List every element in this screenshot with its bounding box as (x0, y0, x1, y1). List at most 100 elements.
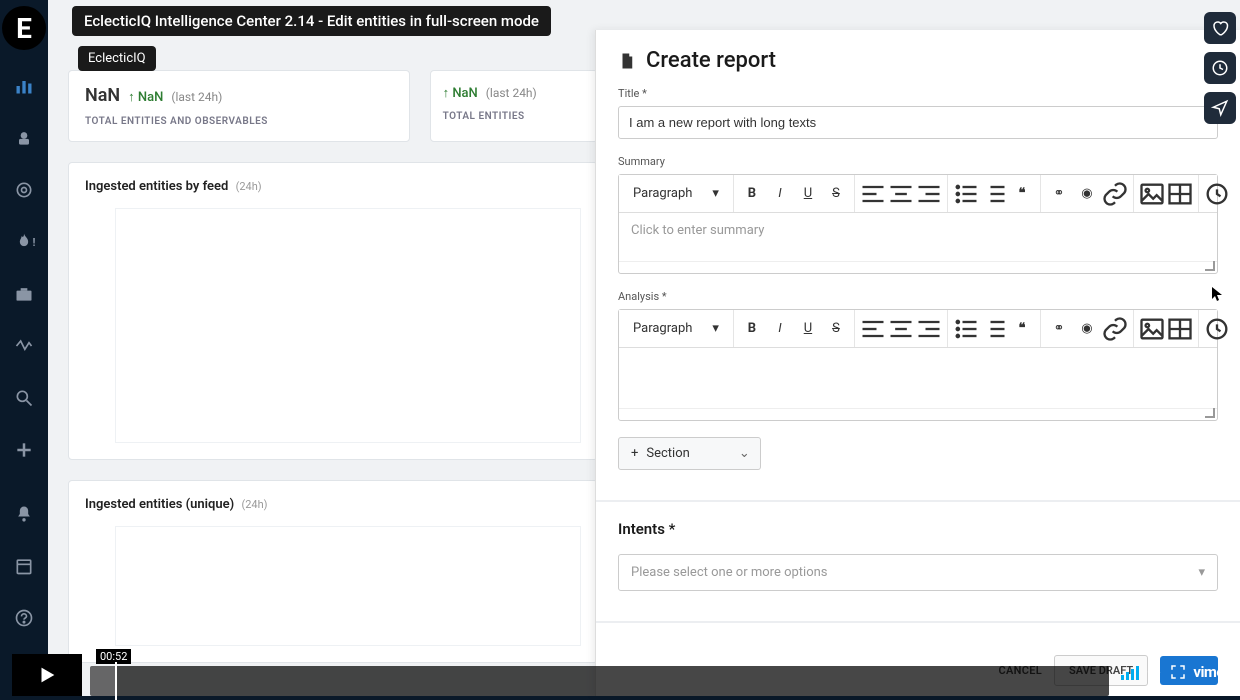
resize-handle[interactable] (619, 261, 1217, 273)
chart-title: Ingested entities by feed (85, 179, 228, 194)
stat-label: TOTAL ENTITIES (443, 111, 581, 122)
strike-icon[interactable]: S (822, 315, 850, 343)
align-left-icon[interactable] (859, 180, 887, 208)
nav-search-icon[interactable] (12, 386, 36, 410)
video-timestamp: 00:52 (96, 649, 131, 664)
strike-icon[interactable]: S (822, 180, 850, 208)
mouse-cursor-icon (1212, 287, 1224, 303)
intents-heading: Intents * (596, 520, 1240, 550)
video-controls: 00:52 vimeo (0, 642, 1240, 696)
list-ul-icon[interactable] (952, 180, 980, 208)
chart-body (115, 526, 581, 646)
chart-card-ingested-by-feed: Ingested entities by feed (24h) (68, 162, 598, 460)
video-progress-fill (90, 666, 115, 696)
link-chain-icon[interactable]: ⚭ (1045, 315, 1073, 343)
analysis-label: Analysis * (618, 290, 1218, 303)
summary-label: Summary (618, 155, 1218, 168)
time-icon[interactable] (1203, 180, 1231, 208)
stat-trend: ↑ NaN (443, 85, 478, 101)
underline-icon[interactable]: U (794, 180, 822, 208)
align-left-icon[interactable] (859, 315, 887, 343)
quote-icon[interactable]: ❝ (1008, 315, 1036, 343)
create-report-panel: Create report Title * Summary Paragraph▾… (595, 30, 1240, 696)
divider (596, 621, 1240, 623)
align-right-icon[interactable] (915, 315, 943, 343)
analysis-editor: Paragraph▾ B I U S ❝ ⚭ (618, 309, 1218, 421)
nav-bell-icon[interactable] (12, 502, 36, 526)
panel-heading: Create report (646, 48, 776, 73)
time-icon[interactable] (1203, 315, 1231, 343)
video-title-pill: EclecticIQ Intelligence Center 2.14 - Ed… (72, 6, 551, 36)
image-icon[interactable] (1138, 180, 1166, 208)
settings-gear-icon[interactable] (1145, 663, 1163, 681)
summary-body[interactable]: Click to enter summary (619, 213, 1217, 261)
video-progress-track[interactable] (90, 666, 1109, 696)
app-sidebar: E ! (0, 0, 48, 696)
table-icon[interactable] (1166, 180, 1194, 208)
chevron-down-icon[interactable]: ▾ (1231, 180, 1240, 208)
bold-icon[interactable]: B (738, 315, 766, 343)
stat-value: NaN (85, 85, 120, 106)
rte-style-select[interactable]: Paragraph▾ (623, 310, 729, 347)
nav-fire-icon[interactable]: ! (12, 230, 36, 254)
add-section-button[interactable]: + Section ⌄ (618, 437, 761, 470)
bold-icon[interactable]: B (738, 180, 766, 208)
italic-icon[interactable]: I (766, 180, 794, 208)
nav-add-icon[interactable] (12, 438, 36, 462)
video-brand-pill: EclecticIQ (78, 46, 156, 71)
nav-target-icon[interactable] (12, 178, 36, 202)
table-icon[interactable] (1166, 315, 1194, 343)
chevron-down-icon: ⌄ (739, 446, 750, 461)
nav-help-icon[interactable] (12, 606, 36, 630)
nav-activity-icon[interactable] (12, 334, 36, 358)
chart-body (115, 208, 581, 443)
list-ol-icon[interactable] (980, 315, 1008, 343)
align-center-icon[interactable] (887, 180, 915, 208)
image-icon[interactable] (1138, 315, 1166, 343)
analysis-body[interactable] (619, 348, 1217, 408)
intents-select[interactable]: Please select one or more options ▾ (618, 554, 1218, 591)
stat-period: (last 24h) (171, 90, 222, 104)
resize-handle[interactable] (619, 408, 1217, 420)
link-chain-icon[interactable]: ⚭ (1045, 180, 1073, 208)
clock-icon[interactable] (1204, 52, 1236, 84)
nav-briefcase-icon[interactable] (12, 282, 36, 306)
chart-title: Ingested entities (unique) (85, 497, 234, 512)
list-ol-icon[interactable] (980, 180, 1008, 208)
italic-icon[interactable]: I (766, 315, 794, 343)
align-right-icon[interactable] (915, 180, 943, 208)
list-ul-icon[interactable] (952, 315, 980, 343)
caret-down-icon: ▾ (1198, 565, 1205, 580)
nav-robot-icon[interactable] (12, 126, 36, 150)
like-icon[interactable] (1204, 12, 1236, 44)
volume-bars-icon[interactable] (1121, 664, 1139, 680)
chart-subtitle: (24h) (236, 180, 262, 193)
link-icon[interactable] (1101, 315, 1129, 343)
entity-icon[interactable]: ◉ (1073, 180, 1101, 208)
link-icon[interactable] (1101, 180, 1129, 208)
stat-card-total: NaN ↑ NaN (last 24h) TOTAL ENTITIES AND … (68, 70, 410, 142)
nav-calendar-icon[interactable] (12, 554, 36, 578)
plus-icon: + (631, 446, 638, 461)
stat-card-entities: ↑ NaN (last 24h) TOTAL ENTITIES (430, 70, 598, 142)
fullscreen-icon[interactable] (1169, 663, 1187, 681)
floating-action-column (1204, 12, 1236, 124)
rte-toolbar: Paragraph▾ B I U S ❝ ⚭ (619, 310, 1217, 348)
rte-style-select[interactable]: Paragraph▾ (623, 175, 729, 212)
quote-icon[interactable]: ❝ (1008, 180, 1036, 208)
underline-icon[interactable]: U (794, 315, 822, 343)
align-center-icon[interactable] (887, 315, 915, 343)
stat-period: (last 24h) (486, 86, 537, 100)
play-button[interactable] (12, 654, 82, 696)
vimeo-logo[interactable]: vimeo (1193, 663, 1232, 681)
title-input[interactable] (618, 106, 1218, 139)
share-icon[interactable] (1204, 92, 1236, 124)
chart-card-ingested-unique: Ingested entities (unique) (24h) (68, 480, 598, 663)
document-icon (618, 51, 636, 71)
brand-logo: E (2, 6, 46, 50)
video-progress-marker[interactable] (115, 662, 117, 700)
nav-dashboard-icon[interactable] (12, 74, 36, 98)
chevron-down-icon[interactable]: ▾ (1231, 315, 1240, 343)
rte-toolbar: Paragraph▾ B I U S ❝ ⚭ (619, 175, 1217, 213)
entity-icon[interactable]: ◉ (1073, 315, 1101, 343)
